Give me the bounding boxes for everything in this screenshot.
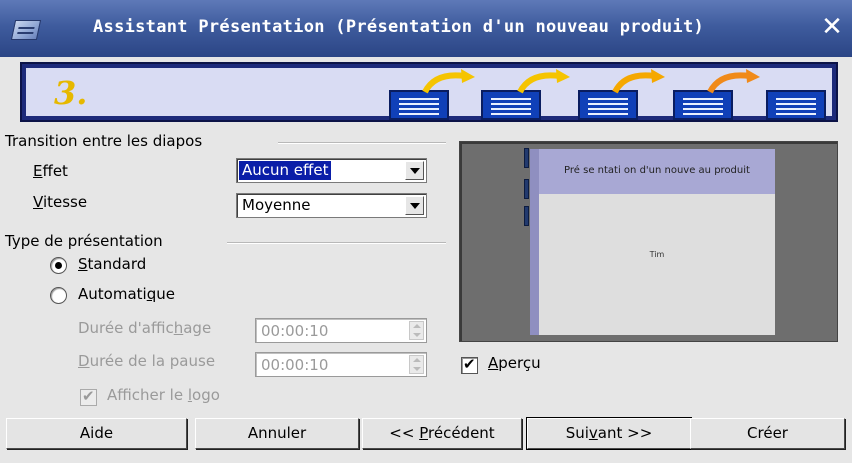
- pause-duration-label: Durée de la pause: [78, 352, 216, 370]
- spin-arrows-icon[interactable]: [409, 321, 424, 340]
- preview-slide-strip: [530, 149, 539, 335]
- arrow-icon: [422, 69, 475, 94]
- standard-label[interactable]: Standard: [78, 255, 146, 273]
- chevron-down-icon[interactable]: [405, 196, 424, 215]
- slide-marker: [524, 206, 529, 226]
- transition-group-label: Transition entre les diapos: [5, 132, 203, 150]
- slide-marker: [524, 148, 529, 168]
- effect-select[interactable]: Aucun effet: [236, 158, 427, 183]
- preview-slide-body: [539, 194, 775, 335]
- group-divider: [278, 142, 446, 144]
- next-button[interactable]: Suivant >>: [526, 417, 692, 450]
- step-banner: 3.: [20, 62, 838, 122]
- chevron-down-icon[interactable]: [405, 161, 424, 180]
- group-divider: [227, 242, 446, 244]
- cancel-button[interactable]: Annuler: [195, 418, 359, 449]
- automatic-radio[interactable]: [50, 287, 67, 304]
- speed-select-value: Moyenne: [242, 196, 311, 214]
- presentation-type-group-label: Type de présentation: [5, 232, 163, 250]
- spin-arrows-icon[interactable]: [409, 355, 424, 374]
- speed-select[interactable]: Moyenne: [236, 193, 427, 218]
- pause-duration-value: 00:00:10: [261, 356, 329, 374]
- preview-checkbox[interactable]: [461, 355, 478, 374]
- preview-checkbox-label[interactable]: Aperçu: [488, 354, 541, 372]
- slide-icon: [481, 90, 541, 120]
- effect-select-value: Aucun effet: [237, 160, 333, 181]
- display-duration-label: Durée d'affichage: [78, 319, 212, 337]
- arrow-icon: [517, 69, 570, 94]
- standard-radio[interactable]: [50, 257, 67, 274]
- arrow-icon: [612, 69, 665, 94]
- presentation-app-icon: [10, 20, 42, 40]
- close-icon[interactable]: ✕: [818, 13, 846, 41]
- previous-button[interactable]: << Précédent: [362, 418, 522, 449]
- preview-slide-subtitle: Tim: [649, 250, 665, 259]
- step-number: 3.: [54, 74, 88, 112]
- speed-label: Vitesse: [33, 193, 88, 211]
- window-title: Assistant Présentation (Présentation d'u…: [93, 17, 705, 37]
- effect-label: Effet: [33, 162, 68, 180]
- automatic-label[interactable]: Automatique: [78, 285, 175, 303]
- slide-icon: [673, 90, 733, 120]
- preview-slide-title: Pré se ntati on d'un nouve au produit: [564, 165, 750, 176]
- show-logo-checkbox[interactable]: [80, 387, 97, 406]
- slide-icon: [578, 90, 638, 120]
- help-button[interactable]: Aide: [6, 418, 187, 449]
- create-button[interactable]: Créer: [690, 418, 845, 449]
- show-logo-label: Afficher le logo: [107, 386, 220, 404]
- title-bar: Assistant Présentation (Présentation d'u…: [0, 0, 852, 57]
- slide-preview: Pré se ntati on d'un nouve au produit Ti…: [459, 141, 838, 342]
- slide-icon: [389, 90, 449, 120]
- slide-marker: [524, 179, 529, 199]
- arrow-icon: [707, 69, 760, 94]
- display-duration-value: 00:00:10: [261, 322, 329, 340]
- step-banner-inner: 3.: [26, 68, 832, 120]
- slide-icon: [766, 90, 826, 120]
- display-duration-spinner[interactable]: 00:00:10: [255, 318, 427, 343]
- pause-duration-spinner[interactable]: 00:00:10: [255, 352, 427, 377]
